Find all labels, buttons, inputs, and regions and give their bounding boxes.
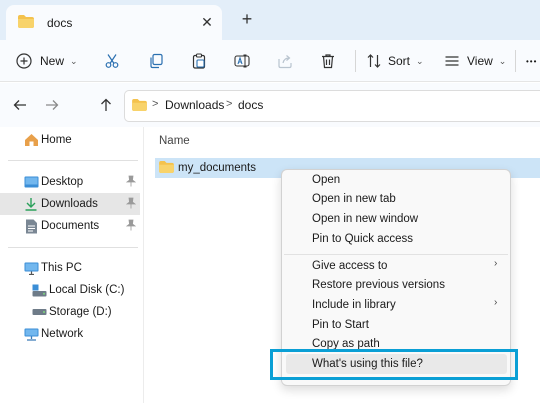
highlight-box xyxy=(270,349,518,380)
sidebar-item-local-disk[interactable]: Local Disk (C:) xyxy=(0,279,140,301)
copy-icon xyxy=(148,53,164,69)
sort-button[interactable]: Sort ⌄ xyxy=(366,47,424,75)
folder-icon xyxy=(132,99,147,114)
delete-icon xyxy=(320,53,336,69)
this-pc-icon xyxy=(23,260,39,276)
menu-item-open[interactable]: Open xyxy=(312,174,340,186)
rename-button[interactable] xyxy=(234,47,250,75)
sidebar-item-label: Local Disk (C:) xyxy=(49,284,125,296)
title-bar: docs ✕ + xyxy=(0,0,540,40)
new-label: New xyxy=(40,54,65,68)
breadcrumb-separator: > xyxy=(226,98,233,110)
sort-icon xyxy=(366,53,382,69)
folder-icon xyxy=(18,15,34,31)
submenu-arrow-icon: › xyxy=(494,258,498,269)
sidebar-divider xyxy=(8,160,138,161)
sidebar-item-label: Network xyxy=(41,328,84,340)
up-arrow-icon xyxy=(99,98,113,115)
forward-button[interactable] xyxy=(42,96,62,116)
pane-splitter[interactable] xyxy=(143,127,144,403)
up-button[interactable] xyxy=(96,96,116,116)
sort-label: Sort xyxy=(388,54,411,68)
view-icon xyxy=(444,53,460,69)
back-button[interactable] xyxy=(10,96,30,116)
new-button[interactable]: New ⌄ xyxy=(16,47,78,75)
copy-button[interactable] xyxy=(148,47,164,75)
forward-arrow-icon xyxy=(45,98,59,115)
sidebar-item-label: Storage (D:) xyxy=(49,306,112,318)
new-tab-button[interactable]: + xyxy=(237,9,257,29)
breadcrumb-separator: > xyxy=(152,98,159,110)
sidebar-item-label: Desktop xyxy=(41,176,84,188)
documents-icon xyxy=(23,218,39,234)
breadcrumb-downloads[interactable]: Downloads xyxy=(165,98,224,112)
more-options-button[interactable]: ••• xyxy=(526,47,537,75)
tab-title: docs xyxy=(47,16,73,30)
back-arrow-icon xyxy=(13,98,27,115)
more-dots-icon: ••• xyxy=(526,56,538,66)
pin-icon xyxy=(125,175,137,190)
view-button[interactable]: View ⌄ xyxy=(444,47,506,75)
sidebar-item-network[interactable]: Network xyxy=(0,323,140,345)
breadcrumb-docs[interactable]: docs xyxy=(238,98,263,112)
cut-icon xyxy=(104,53,120,69)
download-icon xyxy=(23,196,39,212)
menu-item-open-new-window[interactable]: Open in new window xyxy=(312,213,418,225)
delete-button[interactable] xyxy=(320,47,336,75)
folder-icon xyxy=(159,161,174,176)
home-icon xyxy=(23,132,39,148)
chevron-down-icon: ⌄ xyxy=(416,55,424,66)
menu-item-open-new-tab[interactable]: Open in new tab xyxy=(312,193,396,205)
pin-icon xyxy=(125,197,137,212)
sidebar-item-label: Documents xyxy=(41,220,100,232)
sidebar-item-desktop[interactable]: Desktop xyxy=(0,171,140,193)
paste-button[interactable] xyxy=(191,47,207,75)
command-bar: New ⌄ Sort ⌄ View ⌄ ••• xyxy=(0,40,540,82)
tab-docs[interactable]: docs ✕ xyxy=(6,5,222,40)
share-button[interactable] xyxy=(277,47,293,75)
submenu-arrow-icon: › xyxy=(494,297,498,308)
menu-item-restore-versions[interactable]: Restore previous versions xyxy=(312,279,445,291)
rename-icon xyxy=(234,53,250,69)
column-header-name[interactable]: Name xyxy=(159,135,190,147)
sidebar-item-storage[interactable]: Storage (D:) xyxy=(0,301,140,323)
menu-item-give-access[interactable]: Give access to xyxy=(312,260,387,272)
navigation-pane: Home Desktop Downloads Documents This PC… xyxy=(0,127,143,403)
menu-item-include-library[interactable]: Include in library xyxy=(312,299,396,311)
close-tab-icon[interactable]: ✕ xyxy=(198,13,216,31)
sidebar-item-home[interactable]: Home xyxy=(0,129,140,151)
share-icon xyxy=(277,53,293,69)
sidebar-item-downloads[interactable]: Downloads xyxy=(0,193,140,215)
toolbar-divider xyxy=(355,50,356,72)
menu-item-pin-quick-access[interactable]: Pin to Quick access xyxy=(312,233,413,245)
new-plus-icon xyxy=(16,53,32,69)
file-name[interactable]: my_documents xyxy=(178,162,256,174)
sidebar-item-label: Downloads xyxy=(41,198,98,210)
sidebar-item-documents[interactable]: Documents xyxy=(0,215,140,237)
view-label: View xyxy=(467,54,493,68)
menu-separator xyxy=(284,254,508,255)
sidebar-item-label: Home xyxy=(41,134,72,146)
toolbar-divider xyxy=(515,50,516,72)
sidebar-item-label: This PC xyxy=(41,262,82,274)
cut-button[interactable] xyxy=(104,47,120,75)
pin-icon xyxy=(125,219,137,234)
chevron-down-icon: ⌄ xyxy=(70,55,78,66)
desktop-icon xyxy=(23,174,39,190)
menu-item-pin-start[interactable]: Pin to Start xyxy=(312,319,369,331)
network-icon xyxy=(23,326,39,342)
sidebar-item-this-pc[interactable]: This PC xyxy=(0,257,140,279)
paste-icon xyxy=(191,53,207,69)
storage-drive-icon xyxy=(31,304,47,320)
chevron-down-icon: ⌄ xyxy=(498,55,507,66)
sidebar-divider xyxy=(8,247,138,248)
local-disk-icon xyxy=(31,282,47,298)
